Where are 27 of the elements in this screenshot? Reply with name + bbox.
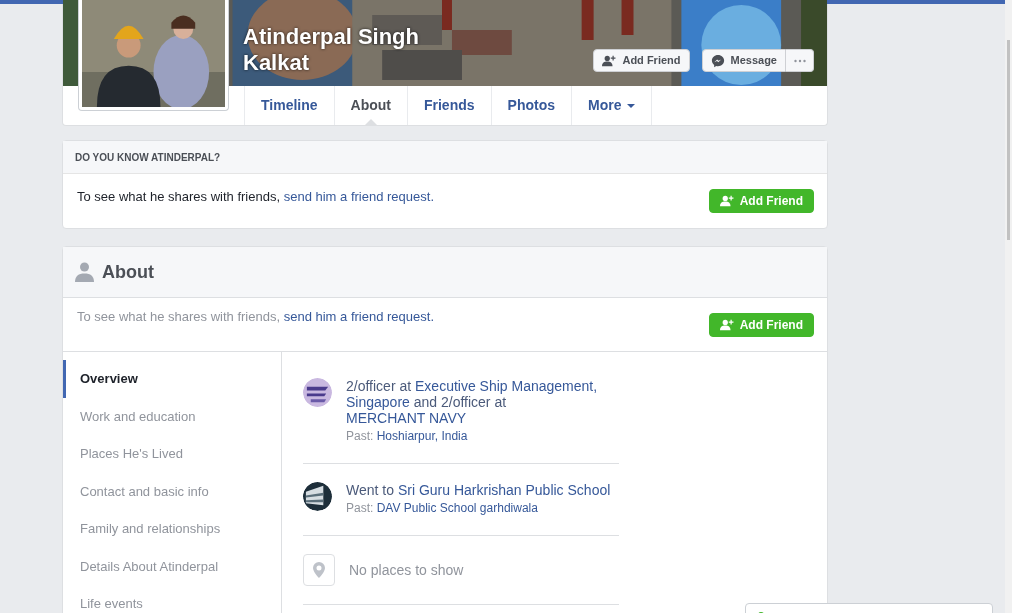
item-link[interactable]: Singapore	[346, 394, 410, 410]
empty-message: No places to show	[349, 560, 464, 580]
item-link[interactable]: MERCHANT NAVY	[346, 410, 467, 426]
profile-tab[interactable]: About	[333, 86, 407, 125]
profile-tab[interactable]: Photos	[490, 86, 571, 125]
item-link[interactable]: Sri Guru Harkrishan Public School	[397, 482, 611, 498]
past-info: Past: DAV Public School garhdiwala	[346, 500, 539, 517]
friend-request-link[interactable]: send him a friend request.	[283, 308, 434, 324]
map-pin-icon	[313, 562, 325, 578]
profile-tab[interactable]: Friends	[407, 86, 491, 125]
person-icon	[75, 262, 94, 282]
profile-tab[interactable]: Timeline	[244, 86, 334, 125]
add-person-icon	[719, 317, 734, 332]
past-link[interactable]: DAV Public School garhdiwala	[376, 501, 538, 515]
friend-request-message: To see what he shares with friends, send him a friend request.	[77, 307, 434, 326]
friend-request-link[interactable]: send him a friend request.	[283, 189, 434, 205]
about-title: About	[102, 260, 154, 284]
past-link[interactable]: Hoshiarpur, India	[376, 429, 468, 443]
item-title: Went to Sri Guru Harkrishan Public School	[346, 482, 611, 498]
item-link[interactable]: Executive Ship Management,	[415, 378, 598, 394]
add-person-icon	[719, 194, 734, 208]
about-nav-item[interactable]: Overview	[63, 360, 281, 398]
item-title: 2/officer at Executive Ship Management, Singapore and 2/officer at MERCHANT NAVY	[346, 378, 599, 426]
profile-tab[interactable]: More	[571, 86, 653, 125]
card-title: DO YOU KNOW ATINDERPAL?	[75, 150, 221, 165]
friend-request-message: To see what he shares with friends, send him a friend request.	[77, 188, 434, 207]
past-info: Past: Hoshiarpur, India	[346, 428, 469, 445]
